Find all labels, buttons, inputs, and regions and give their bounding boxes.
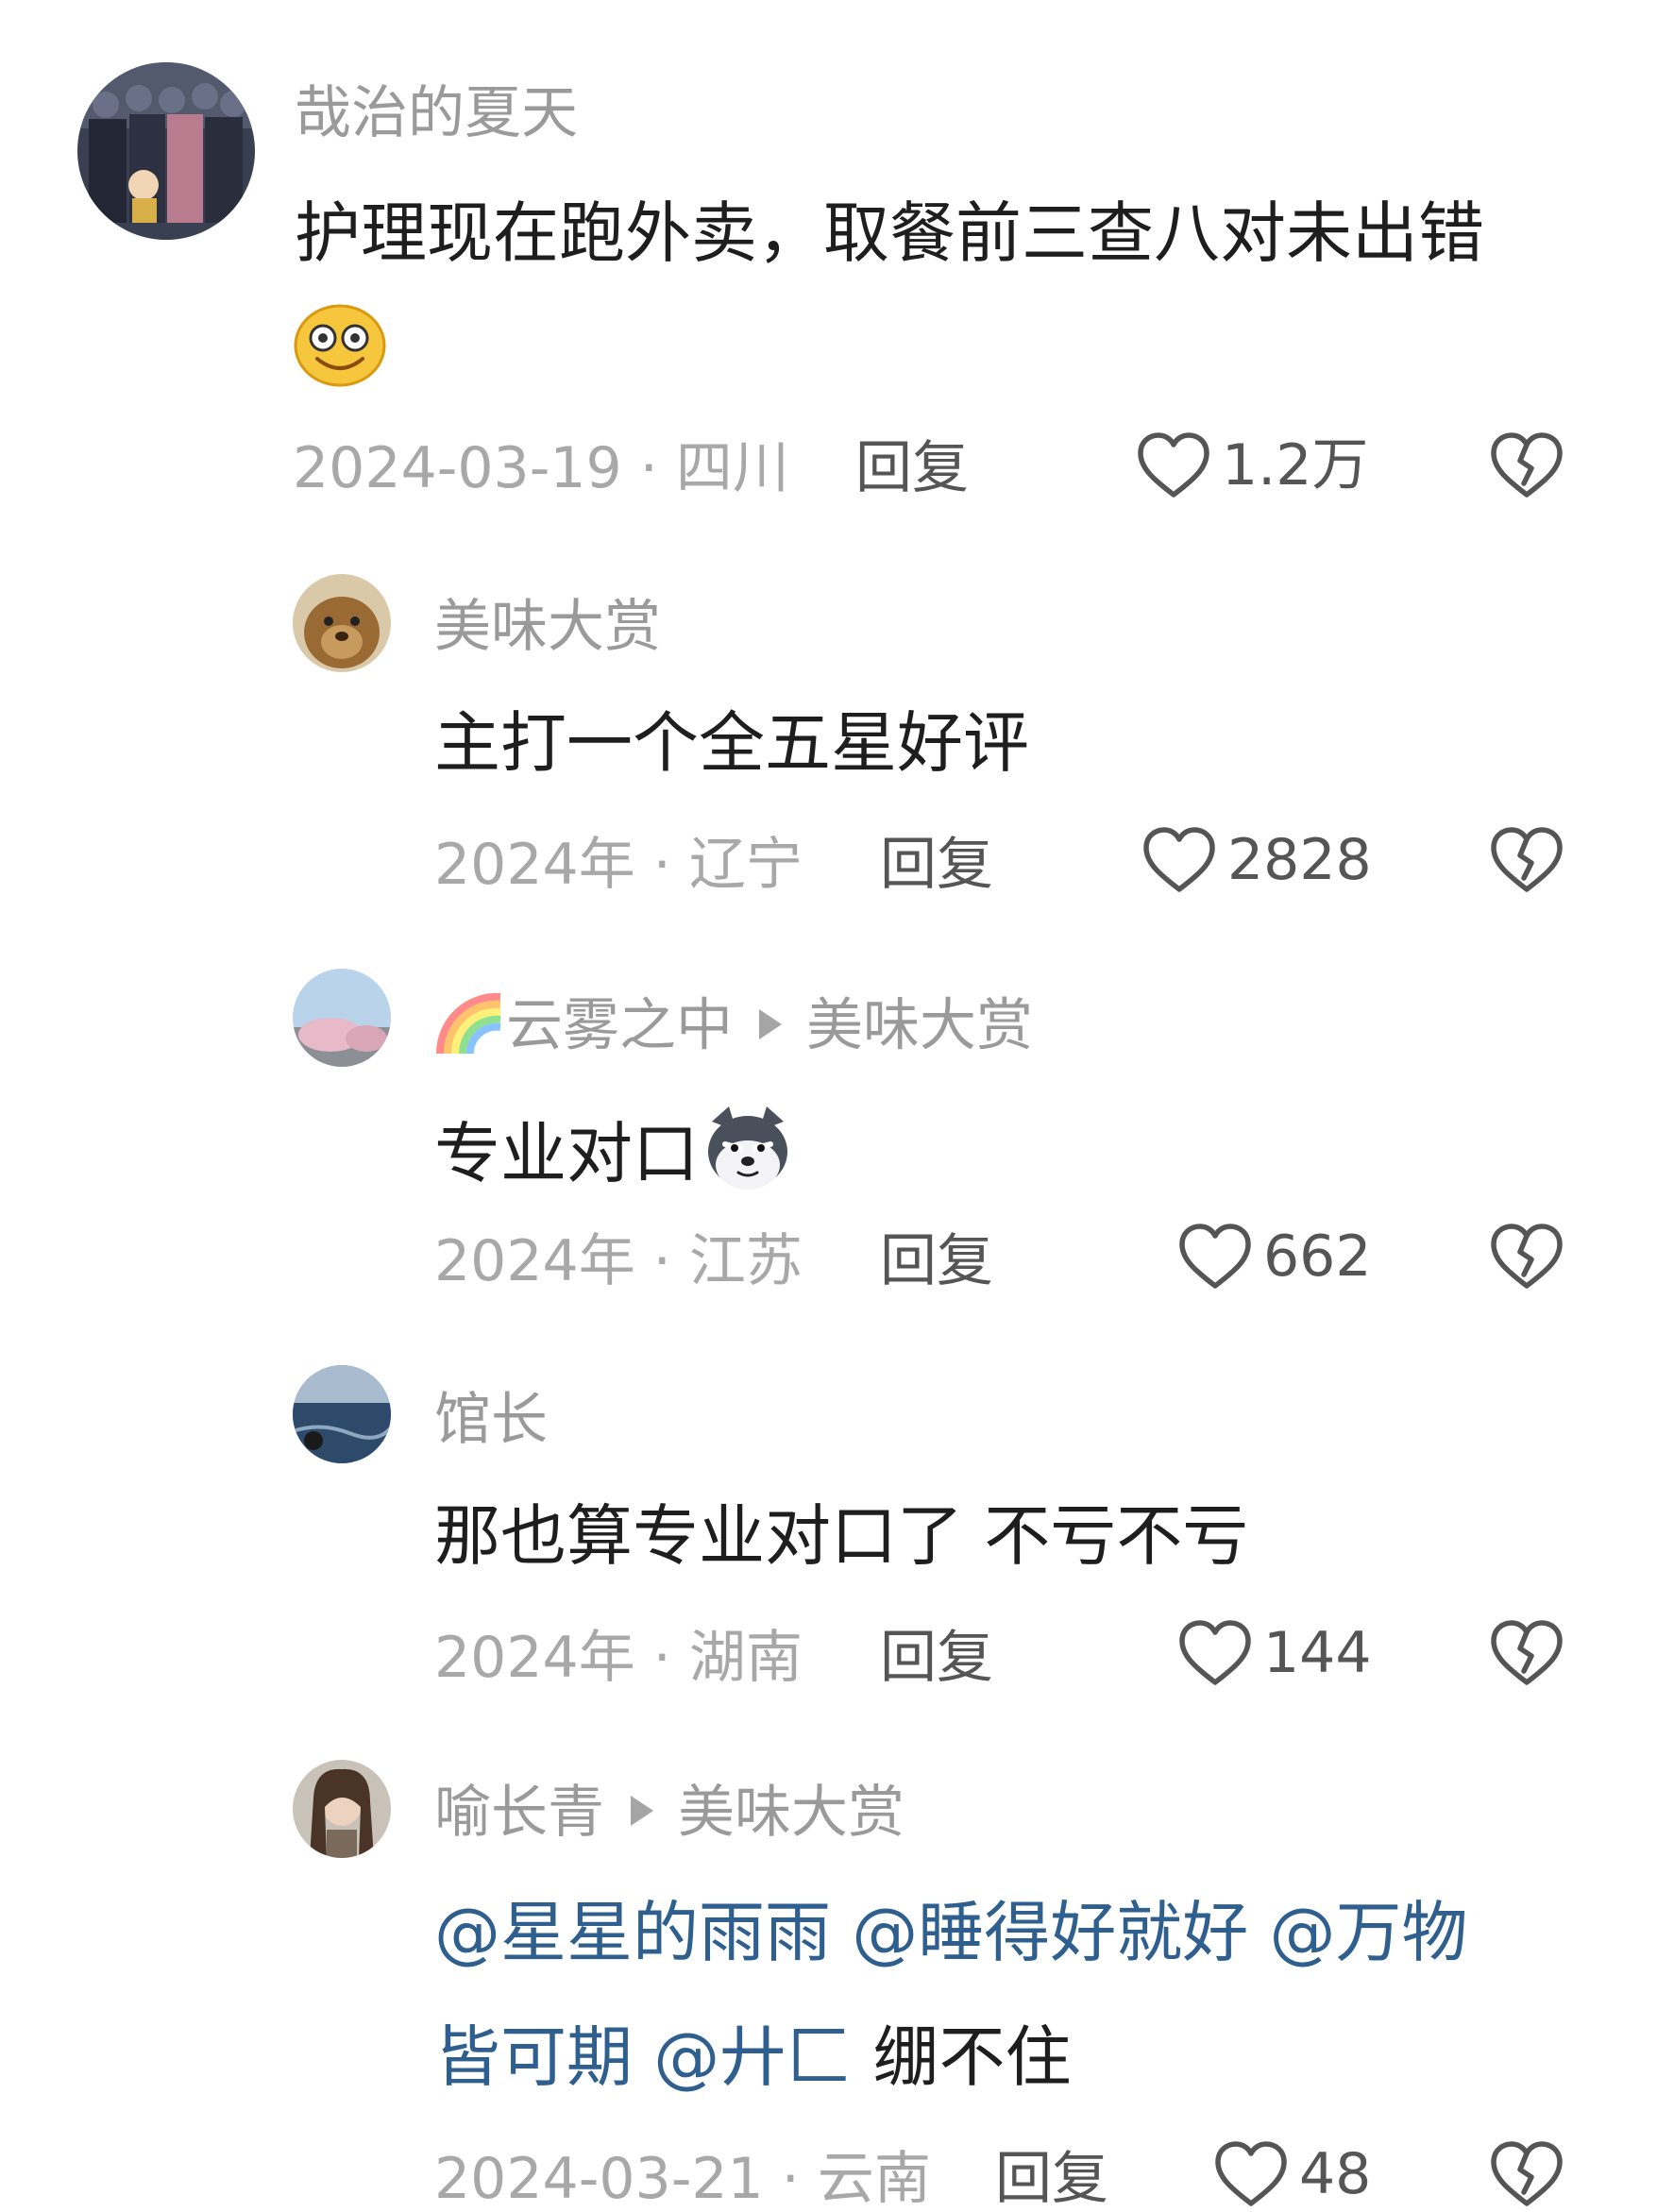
comment-date: 2024年 [434,832,635,898]
comment-region: 湖南 [688,1625,803,1691]
like-count: 662 [1263,1224,1372,1290]
reply-to-username[interactable]: 美味大赏 [678,1780,905,1846]
avatar[interactable] [293,574,391,672]
husky-emoji [702,1103,793,1204]
reply-arrow-icon [631,1796,653,1826]
username-line: 喻长青 美味大赏 [434,1784,905,1841]
comment-meta: 2024-03-21 · 云南 [434,2146,931,2212]
comment-meta: 2024-03-19 · 四川 [293,435,789,501]
comment-date: 2024-03-21 [434,2146,764,2212]
comment-date: 2024年 [434,1625,635,1691]
reply-arrow-icon [759,1008,782,1039]
comment-text-line-2: 皆可期 @廾匚 绷不住 [434,2024,1072,2090]
username[interactable]: 美味大赏 [434,599,661,655]
broken-heart-icon[interactable] [1488,1618,1565,1688]
comment-region: 四川 [675,435,789,501]
comment-text: 主打一个全五星好评 [434,704,1029,782]
broken-heart-icon[interactable] [1488,1222,1565,1292]
comment-date: 2024年 [434,1228,635,1294]
username[interactable]: 哉治的夏天 [295,85,578,142]
comment-text-line: 专业对口 [434,1103,793,1204]
like-count: 48 [1299,2141,1372,2207]
username-line: 云雾之中 美味大赏 [434,991,1033,1067]
comment-text: 专业对口 [434,1115,699,1192]
comment-meta: 2024年 · 江苏 [434,1228,803,1294]
broken-heart-icon[interactable] [1488,431,1565,500]
reply-button[interactable]: 回复 [995,2151,1108,2207]
comment-region: 江苏 [688,1228,803,1294]
rainbow-icon [434,991,506,1067]
like-button[interactable]: 2828 [1141,825,1372,895]
avatar[interactable] [77,62,255,240]
reply-button[interactable]: 回复 [880,836,993,893]
like-button[interactable]: 48 [1212,2139,1371,2209]
like-count: 1.2万 [1222,432,1369,498]
avatar[interactable] [293,969,391,1067]
reply-button[interactable]: 回复 [880,1233,993,1290]
avatar[interactable] [293,1760,391,1858]
mention-link[interactable]: @廾匚 [653,2018,852,2096]
like-count: 2828 [1227,827,1372,893]
reply-to-username[interactable]: 美味大赏 [806,993,1033,1059]
username[interactable]: 云雾之中 [506,993,733,1059]
heart-icon [1176,1618,1254,1688]
like-button[interactable]: 144 [1176,1618,1372,1688]
mention-link[interactable]: 皆可期 [434,2018,633,2096]
heart-icon [1135,431,1212,500]
like-button[interactable]: 662 [1176,1222,1372,1292]
comment-region: 辽宁 [688,832,803,898]
comment-date: 2024-03-19 [293,435,622,501]
mention-link[interactable]: @睡得好就好 [852,1894,1248,1971]
comment-text: 护理现在跑外卖，取餐前三查八对未出错 [295,194,1484,272]
reply-button[interactable]: 回复 [855,440,969,497]
comment-text: 那也算专业对口了 不亏不亏 [434,1497,1249,1575]
comment-meta: 2024年 · 辽宁 [434,832,803,898]
like-count: 144 [1263,1620,1372,1686]
username[interactable]: 喻长青 [434,1780,604,1846]
like-button[interactable]: 1.2万 [1135,431,1368,500]
heart-icon [1212,2139,1290,2209]
comment-meta: 2024年 · 湖南 [434,1625,803,1691]
mention-link[interactable]: @星星的雨雨 [434,1894,831,1971]
comment-text: 绷不住 [872,2018,1072,2096]
comment-region: 云南 [817,2146,931,2212]
heart-icon [1141,825,1218,895]
smiley-emoji [293,300,387,387]
mention-link[interactable]: @万物 [1270,1894,1468,1971]
reply-button[interactable]: 回复 [880,1629,993,1686]
username[interactable]: 馆长 [434,1392,548,1448]
comment-text-line-1: @星星的雨雨 @睡得好就好 @万物 [434,1900,1468,1966]
avatar[interactable] [293,1365,391,1463]
heart-icon [1176,1222,1254,1292]
broken-heart-icon[interactable] [1488,2139,1565,2209]
broken-heart-icon[interactable] [1488,825,1565,895]
